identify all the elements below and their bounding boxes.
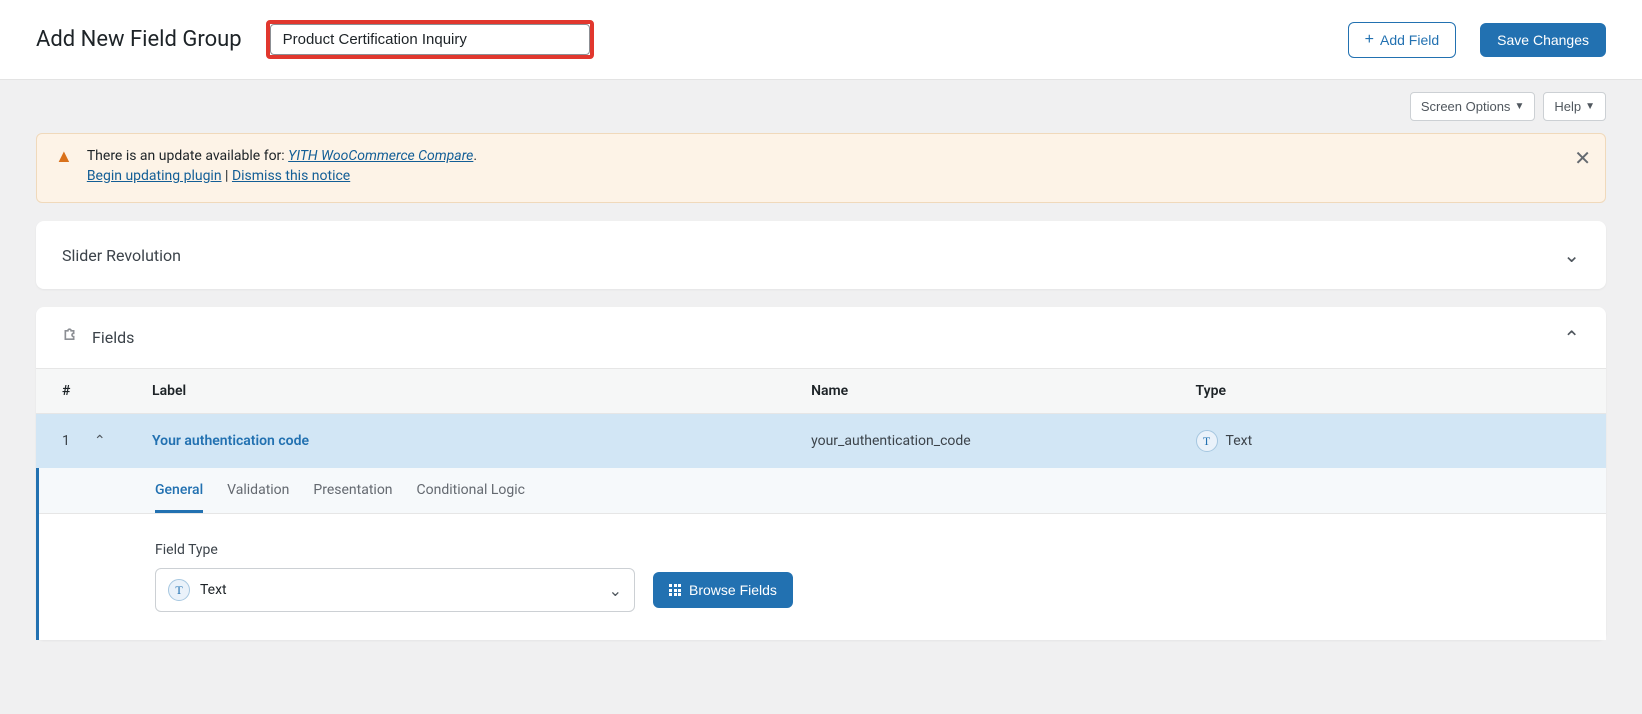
- slider-panel-toggle[interactable]: Slider Revolution ⌄: [36, 221, 1606, 289]
- field-group-title-input[interactable]: [270, 24, 590, 55]
- col-header-name: Name: [811, 383, 1195, 399]
- row-collapse-toggle[interactable]: ⌃: [94, 433, 106, 449]
- slider-revolution-panel: Slider Revolution ⌄: [36, 221, 1606, 289]
- col-header-number: #: [62, 383, 152, 399]
- caret-down-icon: ▼: [1514, 101, 1524, 112]
- slider-panel-title: Slider Revolution: [62, 246, 181, 265]
- row-index: 1: [62, 433, 70, 449]
- warning-icon: ▲: [55, 148, 73, 166]
- browse-fields-label: Browse Fields: [689, 582, 777, 598]
- col-header-type: Type: [1196, 383, 1580, 399]
- field-type-row: T Text ⌄ Browse Fields: [155, 568, 1580, 612]
- help-button[interactable]: Help ▼: [1543, 92, 1606, 121]
- update-notice: ▲ There is an update available for: YITH…: [36, 133, 1606, 203]
- type-icon: T: [168, 579, 190, 601]
- add-field-button[interactable]: + Add Field: [1348, 22, 1457, 58]
- chevron-down-icon: ⌄: [609, 581, 622, 600]
- help-label: Help: [1554, 99, 1581, 114]
- notice-sep: |: [222, 168, 232, 184]
- plugin-link[interactable]: YITH WooCommerce Compare: [288, 148, 473, 164]
- col-header-label: Label: [152, 383, 811, 399]
- field-editor: General Validation Presentation Conditio…: [36, 468, 1606, 640]
- field-tabs: General Validation Presentation Conditio…: [39, 468, 1606, 514]
- tab-validation[interactable]: Validation: [227, 482, 289, 513]
- field-type-select[interactable]: T Text ⌄: [155, 568, 635, 612]
- caret-down-icon: ▼: [1585, 101, 1595, 112]
- save-changes-button[interactable]: Save Changes: [1480, 23, 1606, 57]
- field-type-label: Field Type: [155, 542, 1580, 558]
- tab-presentation[interactable]: Presentation: [313, 482, 392, 513]
- close-notice-button[interactable]: ✕: [1574, 146, 1591, 171]
- fields-panel-title: Fields: [92, 328, 134, 347]
- browse-fields-button[interactable]: Browse Fields: [653, 572, 793, 608]
- field-type-value: Text: [200, 582, 227, 598]
- screen-options-button[interactable]: Screen Options ▼: [1410, 92, 1536, 121]
- page-title: Add New Field Group: [36, 27, 242, 52]
- notice-text-before: There is an update available for:: [87, 148, 288, 164]
- screen-options-label: Screen Options: [1421, 99, 1511, 114]
- select-value-wrap: T Text: [168, 579, 227, 601]
- puzzle-icon: [62, 325, 82, 350]
- close-icon: ✕: [1574, 148, 1591, 170]
- tab-conditional-logic[interactable]: Conditional Logic: [417, 482, 525, 513]
- fields-title-wrap: Fields: [62, 325, 134, 350]
- content: ▲ There is an update available for: YITH…: [0, 133, 1642, 682]
- chevron-up-icon: ⌃: [1563, 326, 1580, 350]
- secondary-bar: Screen Options ▼ Help ▼: [0, 80, 1642, 133]
- field-label-link[interactable]: Your authentication code: [152, 433, 309, 449]
- fields-panel-header[interactable]: Fields ⌃: [36, 307, 1606, 368]
- row-label-cell: Your authentication code: [152, 433, 811, 449]
- notice-body: There is an update available for: YITH W…: [87, 148, 1587, 188]
- type-icon: T: [1196, 430, 1218, 452]
- row-type-cell: T Text: [1196, 430, 1580, 452]
- dismiss-notice-link[interactable]: Dismiss this notice: [232, 168, 350, 184]
- field-editor-body: Field Type T Text ⌄: [39, 514, 1606, 640]
- tab-general[interactable]: General: [155, 482, 203, 513]
- page-header: Add New Field Group + Add Field Save Cha…: [0, 0, 1642, 80]
- chevron-down-icon: ⌄: [1563, 243, 1580, 267]
- begin-update-link[interactable]: Begin updating plugin: [87, 168, 222, 184]
- row-type-label: Text: [1226, 433, 1253, 449]
- title-input-highlight: [266, 20, 594, 59]
- plus-icon: +: [1365, 31, 1374, 49]
- fields-panel: Fields ⌃ # Label Name Type 1 ⌃ Your auth…: [36, 307, 1606, 640]
- add-field-label: Add Field: [1380, 32, 1439, 48]
- fields-table-header: # Label Name Type: [36, 368, 1606, 414]
- row-name-cell: your_authentication_code: [811, 433, 1195, 449]
- field-row[interactable]: 1 ⌃ Your authentication code your_authen…: [36, 414, 1606, 468]
- notice-period: .: [473, 148, 477, 164]
- row-number-cell: 1 ⌃: [62, 433, 152, 449]
- grid-icon: [669, 584, 681, 596]
